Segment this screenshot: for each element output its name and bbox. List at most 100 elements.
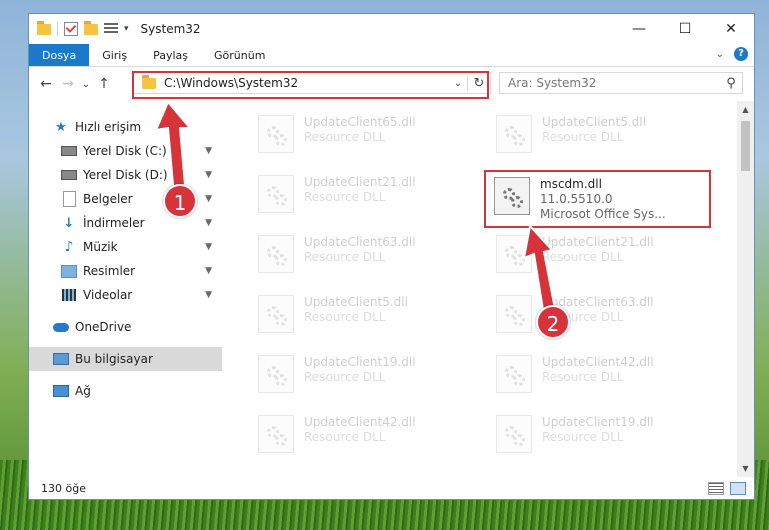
file-name: UpdateClient19.dll [304,355,416,369]
list-item[interactable]: UpdateClient65.dll Resource DLL [258,115,416,153]
help-icon[interactable]: ? [734,47,748,61]
folder-icon[interactable] [37,20,51,35]
file-description: Resource DLL [304,370,386,384]
file-description: Resource DLL [304,190,386,204]
file-name: UpdateClient42.dll [304,415,416,429]
dll-file-icon [258,415,294,453]
dll-file-icon [496,115,532,153]
item-count: 130 öğe [41,481,86,495]
file-description: Resource DLL [304,430,386,444]
pin-icon: ▼ [205,290,212,300]
dll-file-icon [258,175,294,213]
pin-icon: ▼ [205,218,212,228]
sidebar-item-label: Belgeler [83,192,133,206]
sidebar-item-label: Resimler [83,264,136,278]
vertical-scrollbar[interactable]: ▲ ▼ [737,101,754,477]
sidebar-item-label: Müzik [83,240,118,254]
sidebar-item-this-pc[interactable]: Bu bilgisayar [29,347,222,371]
ribbon-tabs: Dosya Giriş Paylaş Görünüm ⌄ ? [29,44,754,67]
file-description: Resource DLL [542,430,624,444]
file-description: Resource DLL [304,310,386,324]
file-highlight-box [484,170,711,228]
close-button[interactable]: ✕ [708,14,754,44]
window-title: System32 [140,22,201,36]
file-description: Resource DLL [304,250,386,264]
file-description: Resource DLL [542,130,624,144]
list-item[interactable]: UpdateClient21.dll Resource DLL [258,175,416,213]
scroll-down-icon[interactable]: ▼ [737,460,754,477]
pin-icon: ▼ [205,266,212,276]
new-folder-icon[interactable] [84,20,98,35]
list-item[interactable]: UpdateClient63.dll Resource DLL [258,235,416,273]
details-view-icon[interactable] [708,482,724,495]
download-icon: ↓ [63,215,75,231]
window-controls: — ☐ ✕ [616,14,754,44]
sidebar-item-music[interactable]: ♪ Müzik ▼ [29,235,222,259]
drive-icon [61,168,77,182]
file-description: Resource DLL [304,130,386,144]
file-list: UpdateClient65.dll Resource DLL UpdateCli… [222,101,754,477]
search-box[interactable]: Ara: System32 ⚲ [499,72,743,94]
maximize-button[interactable]: ☐ [662,14,708,44]
expand-ribbon-icon[interactable]: ⌄ [716,49,724,60]
step-1-badge: 1 [163,184,197,218]
pictures-icon [61,264,77,278]
file-name: UpdateClient19.dll [542,415,654,429]
drive-icon [61,144,77,158]
scroll-up-icon[interactable]: ▲ [737,101,754,118]
status-bar: 130 öğe [29,477,754,499]
title-bar: ▾ System32 — ☐ ✕ [29,14,754,44]
videos-icon [61,288,77,302]
back-button[interactable]: ← [35,76,57,92]
up-button[interactable]: ↑ [93,76,115,92]
star-icon: ★ [55,119,67,135]
qa-dropdown-icon[interactable]: ▾ [124,24,129,34]
file-name: UpdateClient63.dll [304,235,416,249]
file-name: UpdateClient5.dll [304,295,408,309]
search-icon[interactable]: ⚲ [720,76,742,91]
sidebar-item-network[interactable]: Ağ [29,379,222,403]
tab-view[interactable]: Görünüm [201,44,278,66]
list-item[interactable]: UpdateClient5.dll Resource DLL [258,295,408,333]
tab-home[interactable]: Giriş [89,44,140,66]
minimize-button[interactable]: — [616,14,662,44]
dll-file-icon [258,235,294,273]
separator [57,22,58,36]
properties-icon[interactable] [104,23,118,35]
list-item[interactable]: UpdateClient5.dll Resource DLL [496,115,646,153]
computer-icon [53,352,69,366]
sidebar-item-label: İndirmeler [83,216,145,230]
tiles-view-icon[interactable] [730,482,746,495]
forward-button[interactable]: → [57,76,79,92]
step-2-badge: 2 [536,305,570,339]
recent-locations-icon[interactable]: ⌄ [79,79,93,90]
tab-file[interactable]: Dosya [29,44,90,66]
list-item[interactable]: UpdateClient19.dll Resource DLL [496,415,654,453]
dll-file-icon [496,415,532,453]
list-item[interactable]: UpdateClient19.dll Resource DLL [258,355,416,393]
view-switcher [708,482,746,495]
file-name: UpdateClient42.dll [542,355,654,369]
list-item[interactable]: UpdateClient42.dll Resource DLL [258,415,416,453]
sidebar-item-pictures[interactable]: Resimler ▼ [29,259,222,283]
sidebar-item-label: OneDrive [75,320,132,334]
search-input[interactable]: Ara: System32 [500,76,720,90]
scroll-thumb[interactable] [741,121,750,171]
dll-file-icon [258,115,294,153]
sidebar-item-onedrive[interactable]: OneDrive [29,315,222,339]
properties-check-icon[interactable] [64,22,78,36]
file-name: UpdateClient5.dll [542,115,646,129]
file-name: UpdateClient65.dll [304,115,416,129]
explorer-body: ★ Hızlı erişim Yerel Disk (C:) ▼ Yerel D… [29,101,754,477]
sidebar-item-videos[interactable]: Videolar ▼ [29,283,222,307]
list-item[interactable]: UpdateClient42.dll Resource DLL [496,355,654,393]
music-icon: ♪ [64,239,74,255]
tab-share[interactable]: Paylaş [140,44,201,66]
ribbon-right: ⌄ ? [716,47,748,61]
dll-file-icon [496,355,532,393]
dll-file-icon [258,355,294,393]
quick-access-toolbar: ▾ [37,20,129,36]
pin-icon: ▼ [205,242,212,252]
sidebar-item-label: Bu bilgisayar [75,352,153,366]
cloud-icon [53,320,69,334]
